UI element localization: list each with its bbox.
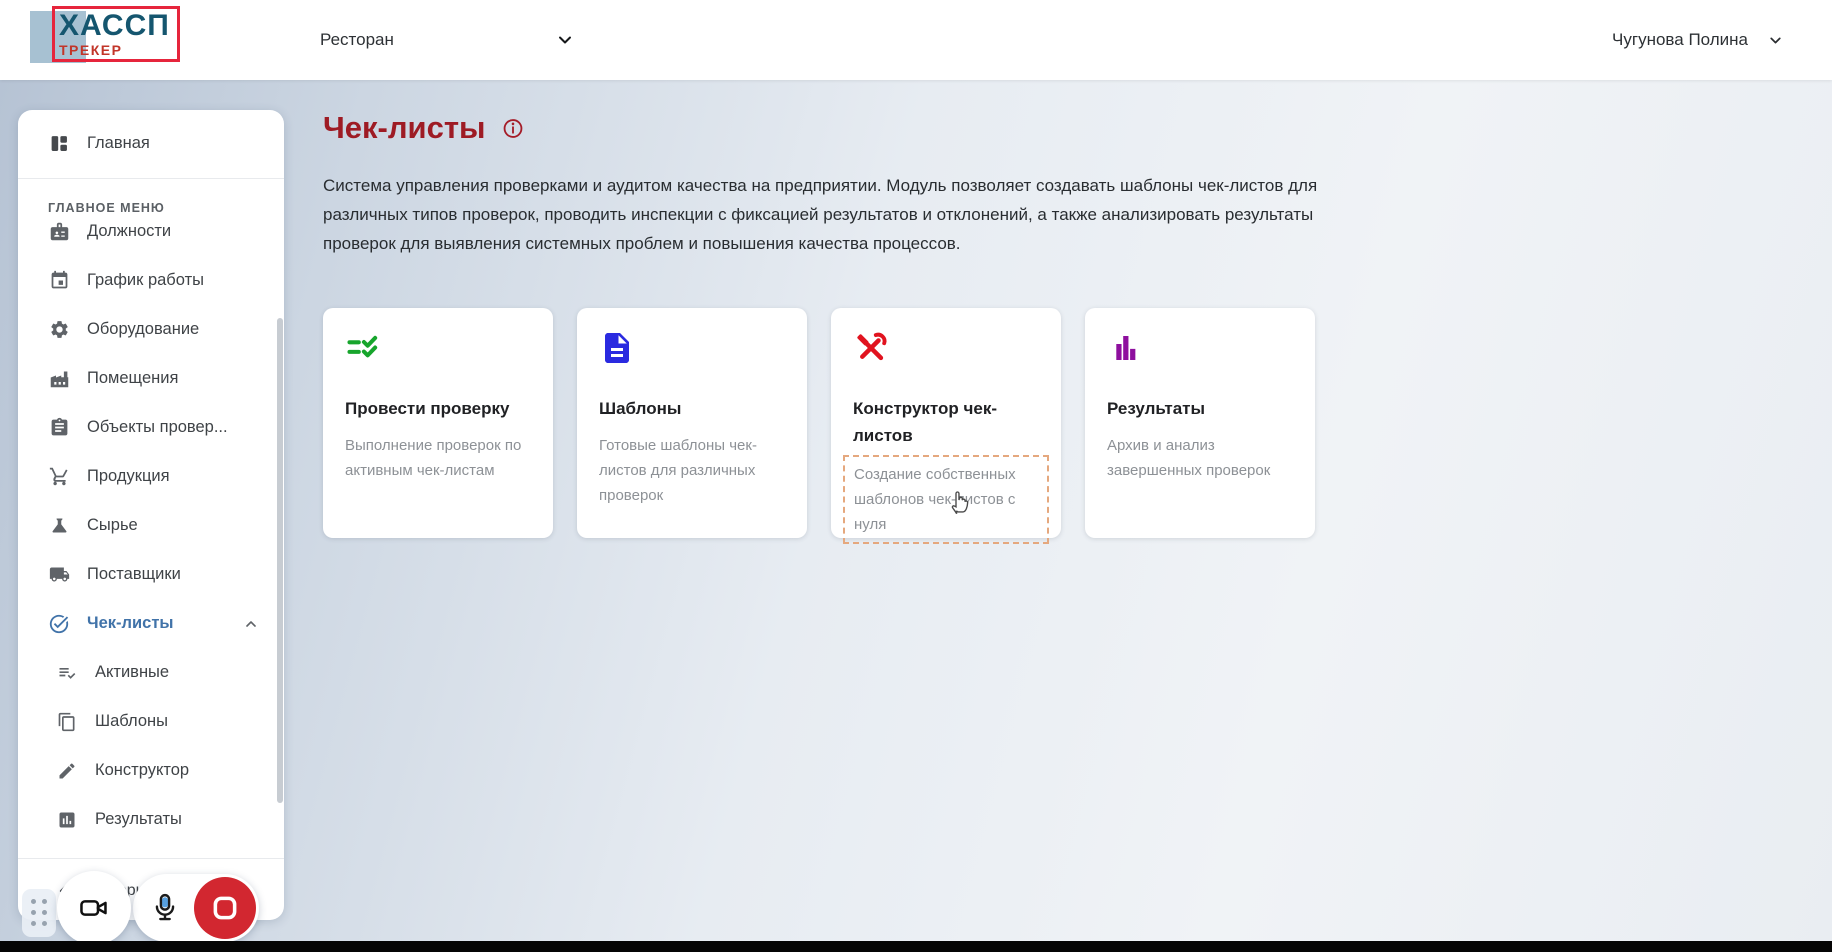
page-title: Чек-листы [323, 110, 486, 146]
sidebar-item-label: Поставщики [87, 565, 181, 584]
module-description: Система управления проверками и аудитом … [323, 171, 1333, 258]
checklist-icon [345, 330, 381, 366]
sidebar-item-label: Объекты провер... [87, 418, 228, 437]
document-icon [599, 330, 635, 366]
card-description: Выполнение проверок по активным чек-лист… [345, 433, 531, 483]
bar-chart-icon [1107, 330, 1143, 366]
microphone-button[interactable] [147, 890, 183, 926]
sidebar-item-equipment[interactable]: Оборудование [18, 305, 284, 354]
task-check-icon [48, 613, 70, 635]
sidebar-item-label: Помещения [87, 369, 178, 388]
cart-icon [48, 466, 70, 488]
camera-icon [78, 892, 110, 924]
user-name: Чугунова Полина [1612, 30, 1748, 50]
sidebar-item-label: Активные [95, 663, 169, 682]
sidebar-item-label: Конструктор [95, 761, 189, 780]
tools-icon [853, 330, 889, 366]
truck-icon [48, 564, 70, 586]
bottom-black-bar [0, 941, 1832, 952]
organization-selector[interactable]: Ресторан [320, 0, 576, 80]
copy-icon [56, 711, 78, 733]
chevron-down-icon [554, 29, 576, 51]
sidebar-item-products[interactable]: Продукция [18, 452, 284, 501]
sidebar: Главная ГЛАВНОЕ МЕНЮ Должности График ра… [18, 110, 284, 920]
pencil-icon [56, 760, 78, 782]
sidebar-item-active-checklists[interactable]: Активные [18, 648, 284, 697]
list-check-icon [56, 662, 78, 684]
calendar-icon [48, 270, 70, 292]
sidebar-item-suppliers[interactable]: Поставщики [18, 550, 284, 599]
chevron-up-icon [240, 613, 262, 635]
sidebar-item-templates[interactable]: Шаблоны [18, 697, 284, 746]
card-title: Результаты [1107, 395, 1293, 422]
sidebar-item-inspection-objects[interactable]: Объекты провер... [18, 403, 284, 452]
sidebar-footer-divider [18, 858, 284, 859]
card-description: Готовые шаблоны чек-листов для различных… [599, 433, 785, 508]
sidebar-item-premises[interactable]: Помещения [18, 354, 284, 403]
sidebar-section-label: ГЛАВНОЕ МЕНЮ [18, 179, 284, 221]
logo-text-main: ХАССП [59, 9, 170, 43]
sidebar-item-label: Оборудование [87, 320, 199, 339]
card-run-inspection[interactable]: Провести проверку Выполнение проверок по… [323, 308, 553, 538]
sidebar-item-schedule[interactable]: График работы [18, 256, 284, 305]
top-bar: ХАССП ТРЕКЕР Ресторан Чугунова Полина [0, 0, 1832, 80]
sidebar-item-label: Должности [87, 222, 171, 241]
sidebar-item-label: Шаблоны [95, 712, 168, 731]
card-title: Шаблоны [599, 395, 785, 422]
sidebar-item-checklists[interactable]: Чек-листы [18, 599, 284, 648]
stop-icon [208, 891, 242, 925]
organization-label: Ресторан [320, 30, 394, 50]
card-title: Конструктор чек-листов [853, 395, 1039, 449]
card-results[interactable]: Результаты Архив и анализ завершенных пр… [1085, 308, 1315, 538]
hand-cursor [946, 484, 974, 521]
sidebar-item-label: Сырье [87, 516, 138, 535]
info-icon[interactable] [502, 117, 524, 139]
user-menu[interactable]: Чугунова Полина [1612, 0, 1786, 80]
card-title: Провести проверку [345, 395, 531, 422]
card-description: Архив и анализ завершенных проверок [1107, 433, 1293, 483]
module-cards: Провести проверку Выполнение проверок по… [323, 308, 1315, 538]
gear-icon [48, 319, 70, 341]
sidebar-item-label: Результаты [95, 810, 182, 829]
sidebar-item-results[interactable]: Результаты [18, 795, 284, 844]
camera-button[interactable] [57, 871, 131, 945]
app-logo[interactable]: ХАССП ТРЕКЕР [28, 6, 188, 68]
sidebar-item-label: Продукция [87, 467, 170, 486]
recorder-drag-handle[interactable] [22, 889, 56, 937]
app-window: ХАССП ТРЕКЕР Ресторан Чугунова Полина Гл… [0, 0, 1832, 952]
sidebar-menu-scroll-area[interactable]: Должности График работы Оборудование Пом… [18, 221, 284, 845]
badge-icon [48, 221, 70, 243]
stop-recording-button[interactable] [194, 877, 256, 939]
sidebar-item-label: График работы [87, 271, 204, 290]
sidebar-item-label: Главная [87, 134, 150, 153]
sidebar-item-raw-materials[interactable]: Сырье [18, 501, 284, 550]
logo-text-sub: ТРЕКЕР [59, 42, 122, 58]
analytics-icon [56, 809, 78, 831]
microphone-icon [148, 891, 182, 925]
factory-icon [48, 368, 70, 390]
clipboard-icon [48, 417, 70, 439]
flask-icon [48, 515, 70, 537]
sidebar-scrollbar[interactable] [277, 318, 283, 803]
dashboard-icon [48, 132, 70, 154]
sidebar-item-label: Чек-листы [87, 614, 174, 633]
chevron-down-icon [1764, 29, 1786, 51]
recorder-pill [133, 874, 259, 942]
sidebar-item-positions[interactable]: Должности [18, 221, 284, 256]
card-templates[interactable]: Шаблоны Готовые шаблоны чек-листов для р… [577, 308, 807, 538]
sidebar-item-constructor[interactable]: Конструктор [18, 746, 284, 795]
sidebar-item-home[interactable]: Главная [18, 116, 284, 170]
